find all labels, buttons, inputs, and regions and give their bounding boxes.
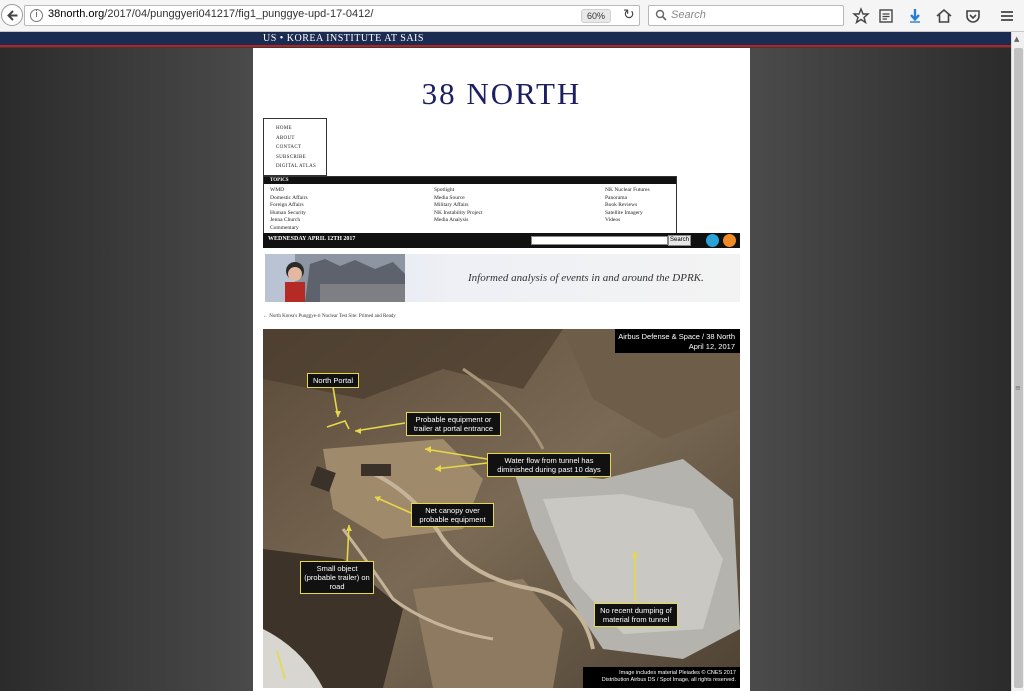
topic-link[interactable]: Satellite Imagery: [605, 210, 650, 218]
scroll-thumb[interactable]: [1014, 48, 1023, 688]
banner-photo: [265, 254, 405, 302]
scroll-grip-icon: ≡: [1015, 384, 1021, 392]
topic-link[interactable]: Panorama: [605, 195, 650, 203]
sais-banner-text[interactable]: US • KOREA INSTITUTE AT SAIS: [263, 33, 424, 44]
vertical-scrollbar[interactable]: ▲ ≡: [1011, 32, 1024, 691]
back-button[interactable]: [1, 4, 23, 26]
callout-north-portal: North Portal: [307, 373, 359, 388]
url-domain: 38north.org: [48, 8, 105, 20]
site-logo[interactable]: 38 NORTH: [253, 76, 750, 112]
rss-icon[interactable]: [723, 234, 736, 247]
pocket-icon[interactable]: [964, 7, 982, 25]
topic-link[interactable]: Foreign Affairs: [270, 202, 308, 210]
nav-item-digital-atlas[interactable]: DIGITAL ATLAS: [276, 162, 326, 172]
url-path: /2017/04/punggyeri041217/fig1_punggye-up…: [104, 8, 374, 20]
url-bar[interactable]: i 38north.org/2017/04/punggyeri041217/fi…: [24, 5, 640, 26]
banner-tagline: Informed analysis of events in and aroun…: [468, 272, 704, 284]
nav-item-home[interactable]: HOME: [276, 124, 326, 134]
nav-item-contact[interactable]: CONTACT: [276, 143, 326, 153]
topics-column-3: NK Nuclear Futures Panorama Book Reviews…: [605, 187, 650, 225]
zoom-badge[interactable]: 60%: [581, 9, 612, 23]
callout-portal-equipment: Probable equipment or trailer at portal …: [406, 412, 501, 436]
url-text: 38north.org/2017/04/punggyeri041217/fig1…: [48, 8, 373, 20]
topic-link[interactable]: NK Nuclear Futures: [605, 187, 650, 195]
topic-link[interactable]: Jenna Church: [270, 217, 308, 225]
topics-header: TOPICS: [264, 177, 676, 184]
topics-menu: TOPICS WMD Domestic Affairs Foreign Affa…: [263, 176, 677, 234]
topic-link[interactable]: Commentary: [270, 225, 308, 233]
search-input[interactable]: Search: [648, 5, 844, 26]
info-icon[interactable]: i: [30, 9, 43, 22]
site-search-button[interactable]: Search: [668, 235, 691, 246]
callout-small-object: Small object (probable trailer) on road: [300, 561, 374, 594]
current-date: WEDNESDAY APRIL 12TH 2017: [268, 236, 356, 242]
topic-link[interactable]: NK Instability Project: [434, 210, 483, 218]
reload-icon[interactable]: ↻: [623, 7, 635, 23]
topic-link[interactable]: Book Reviews: [605, 202, 650, 210]
image-footer-credit: Image includes material Pleiades © CNES …: [583, 667, 740, 688]
page-content: 38 NORTH HOME ABOUT CONTACT SUBSCRIBE DI…: [253, 48, 750, 691]
satellite-image: Airbus Defense & Space / 38 North April …: [263, 329, 740, 688]
breadcrumb[interactable]: ← North Korea's Punggye-ri Nuclear Test …: [263, 314, 396, 319]
nav-item-subscribe[interactable]: SUBSCRIBE: [276, 153, 326, 163]
topic-link[interactable]: Military Affairs: [434, 202, 483, 210]
menu-icon[interactable]: [998, 7, 1016, 25]
sais-banner: US • KOREA INSTITUTE AT SAIS: [0, 32, 1011, 47]
reading-list-icon[interactable]: [877, 7, 895, 25]
topics-column-1: WMD Domestic Affairs Foreign Affairs Hum…: [270, 187, 308, 233]
search-placeholder: Search: [671, 9, 706, 21]
twitter-icon[interactable]: [706, 234, 719, 247]
star-icon[interactable]: [852, 7, 870, 25]
home-icon[interactable]: [935, 7, 953, 25]
scroll-up-arrow-icon[interactable]: ▲: [1014, 35, 1019, 43]
main-nav: HOME ABOUT CONTACT SUBSCRIBE DIGITAL ATL…: [263, 118, 327, 176]
topic-link[interactable]: Human Security: [270, 210, 308, 218]
callout-net-canopy: Net canopy over probable equipment: [411, 503, 494, 527]
topic-link[interactable]: Spotlight: [434, 187, 483, 195]
footer-credit-line-1: Image includes material Pleiades © CNES …: [619, 670, 736, 676]
header-banner: Informed analysis of events in and aroun…: [265, 254, 740, 302]
browser-toolbar: i 38north.org/2017/04/punggyeri041217/fi…: [0, 0, 1024, 32]
site-search-input[interactable]: [531, 236, 668, 245]
topics-column-2: Spotlight Media Source Military Affairs …: [434, 187, 483, 225]
topic-link[interactable]: WMD: [270, 187, 308, 195]
search-icon: [655, 9, 667, 21]
topic-link[interactable]: Media Analysis: [434, 217, 483, 225]
nav-item-about[interactable]: ABOUT: [276, 134, 326, 144]
date-bar: WEDNESDAY APRIL 12TH 2017 Search: [263, 233, 740, 248]
back-icon: [7, 10, 18, 21]
download-icon[interactable]: [906, 7, 924, 25]
footer-credit-line-2: Distribution Airbus DS / Spot Image, all…: [601, 677, 736, 683]
callout-water-flow: Water flow from tunnel has diminished du…: [487, 453, 611, 477]
topic-link[interactable]: Videos: [605, 217, 650, 225]
callout-no-dumping: No recent dumping of material from tunne…: [594, 603, 678, 627]
